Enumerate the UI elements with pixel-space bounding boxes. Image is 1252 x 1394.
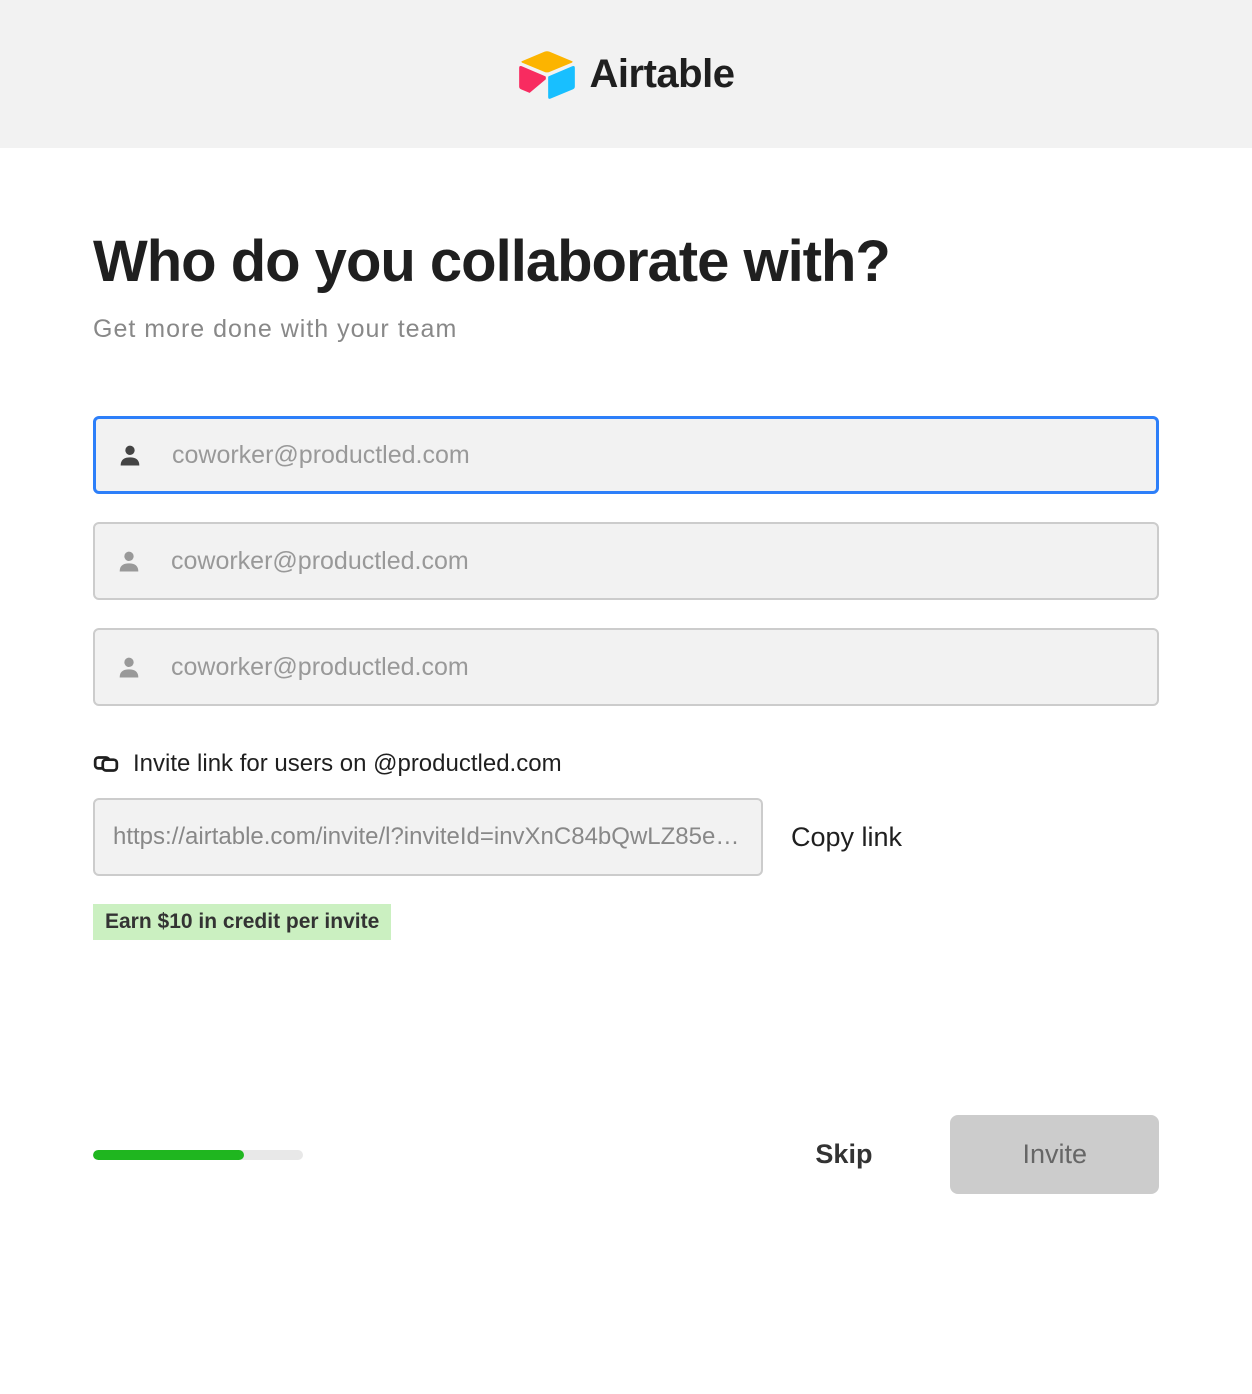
person-icon — [116, 441, 144, 469]
brand-name: Airtable — [590, 52, 735, 97]
header: Airtable — [0, 0, 1252, 148]
email-input-row-3[interactable] — [93, 628, 1159, 706]
person-icon — [115, 653, 143, 681]
invite-link-label: Invite link for users on @productled.com — [133, 750, 562, 778]
progress-bar — [93, 1150, 303, 1160]
logo: Airtable — [518, 49, 735, 99]
copy-link-button[interactable]: Copy link — [791, 822, 902, 853]
person-icon — [115, 547, 143, 575]
credit-badge: Earn $10 in credit per invite — [93, 904, 391, 940]
main-content: Who do you collaborate with? Get more do… — [0, 148, 1252, 990]
page-title: Who do you collaborate with? — [93, 228, 1159, 295]
email-input-row-1[interactable] — [93, 416, 1159, 494]
email-input-row-2[interactable] — [93, 522, 1159, 600]
invite-link-section: Invite link for users on @productled.com… — [93, 750, 1159, 876]
link-icon — [93, 751, 119, 777]
skip-button[interactable]: Skip — [815, 1139, 872, 1170]
progress-fill — [93, 1150, 244, 1160]
footer-buttons: Skip Invite — [815, 1115, 1159, 1194]
invite-link-header: Invite link for users on @productled.com — [93, 750, 1159, 778]
email-inputs-group — [93, 416, 1159, 706]
invite-link-row: Copy link — [93, 798, 1159, 876]
invite-button[interactable]: Invite — [950, 1115, 1159, 1194]
email-field-1[interactable] — [144, 441, 1136, 470]
email-field-2[interactable] — [143, 547, 1137, 576]
airtable-logo-icon — [518, 49, 576, 99]
invite-link-field[interactable] — [93, 798, 763, 876]
page-subtitle: Get more done with your team — [93, 315, 1159, 344]
email-field-3[interactable] — [143, 653, 1137, 682]
footer: Skip Invite — [93, 965, 1159, 1194]
